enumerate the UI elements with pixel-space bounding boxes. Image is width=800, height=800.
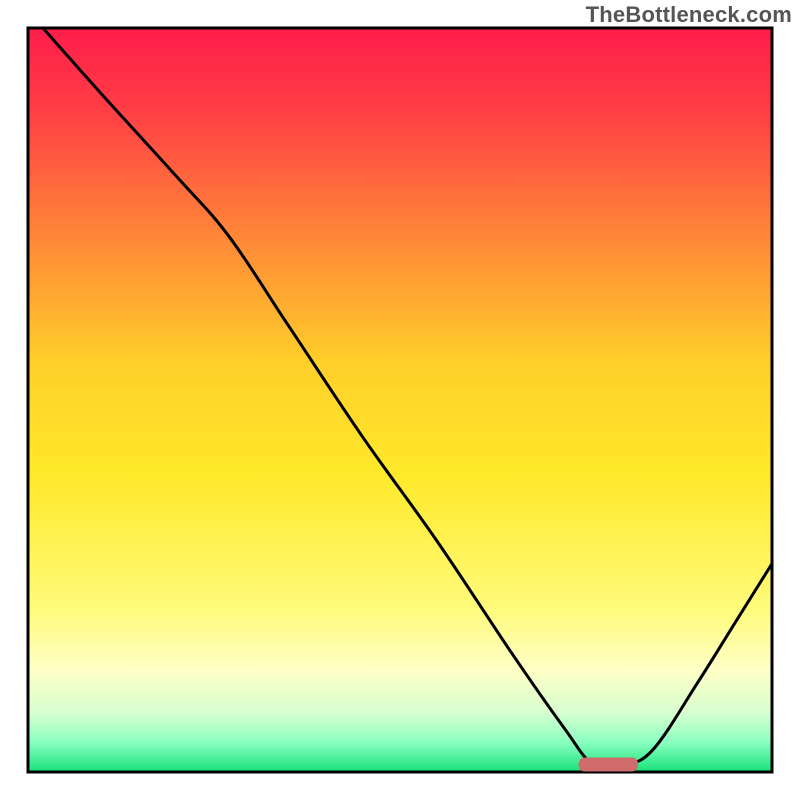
bottleneck-chart <box>0 0 800 800</box>
plot-background <box>28 28 772 772</box>
optimal-marker <box>579 758 639 772</box>
watermark-text: TheBottleneck.com <box>586 2 792 28</box>
chart-container: TheBottleneck.com <box>0 0 800 800</box>
